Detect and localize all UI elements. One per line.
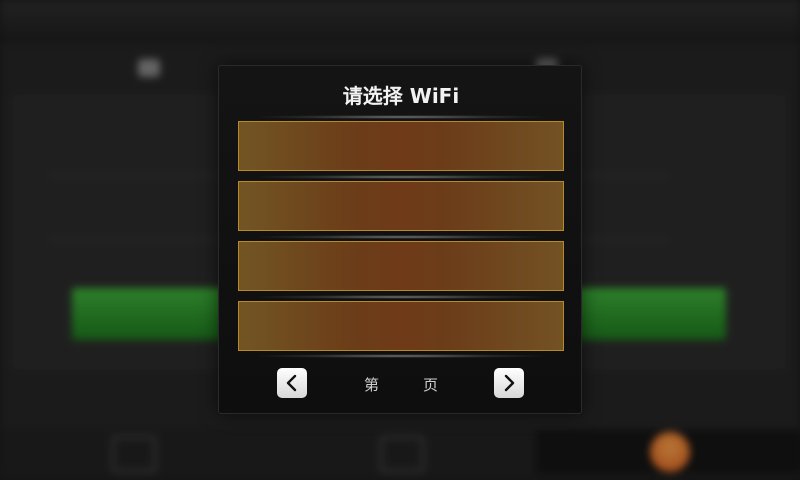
divider — [259, 115, 543, 119]
wifi-list-item[interactable] — [238, 121, 564, 171]
page-prefix: 第 — [364, 376, 380, 394]
wifi-list-item[interactable] — [238, 181, 564, 231]
divider — [259, 235, 543, 239]
wifi-select-dialog: 请选择 WiFi 第 页 — [218, 65, 582, 414]
divider — [259, 354, 543, 358]
prev-page-button[interactable] — [277, 368, 307, 398]
wifi-list-item[interactable] — [238, 301, 564, 351]
chevron-right-icon — [504, 374, 515, 392]
divider — [259, 295, 543, 299]
chevron-left-icon — [286, 374, 297, 392]
divider — [259, 175, 543, 179]
wifi-setup-screen: 请选择 WiFi 第 页 — [0, 0, 800, 480]
dialog-title: 请选择 WiFi — [342, 84, 460, 108]
page-suffix: 页 — [423, 376, 439, 394]
wifi-list-item[interactable] — [238, 241, 564, 291]
next-page-button[interactable] — [494, 368, 524, 398]
